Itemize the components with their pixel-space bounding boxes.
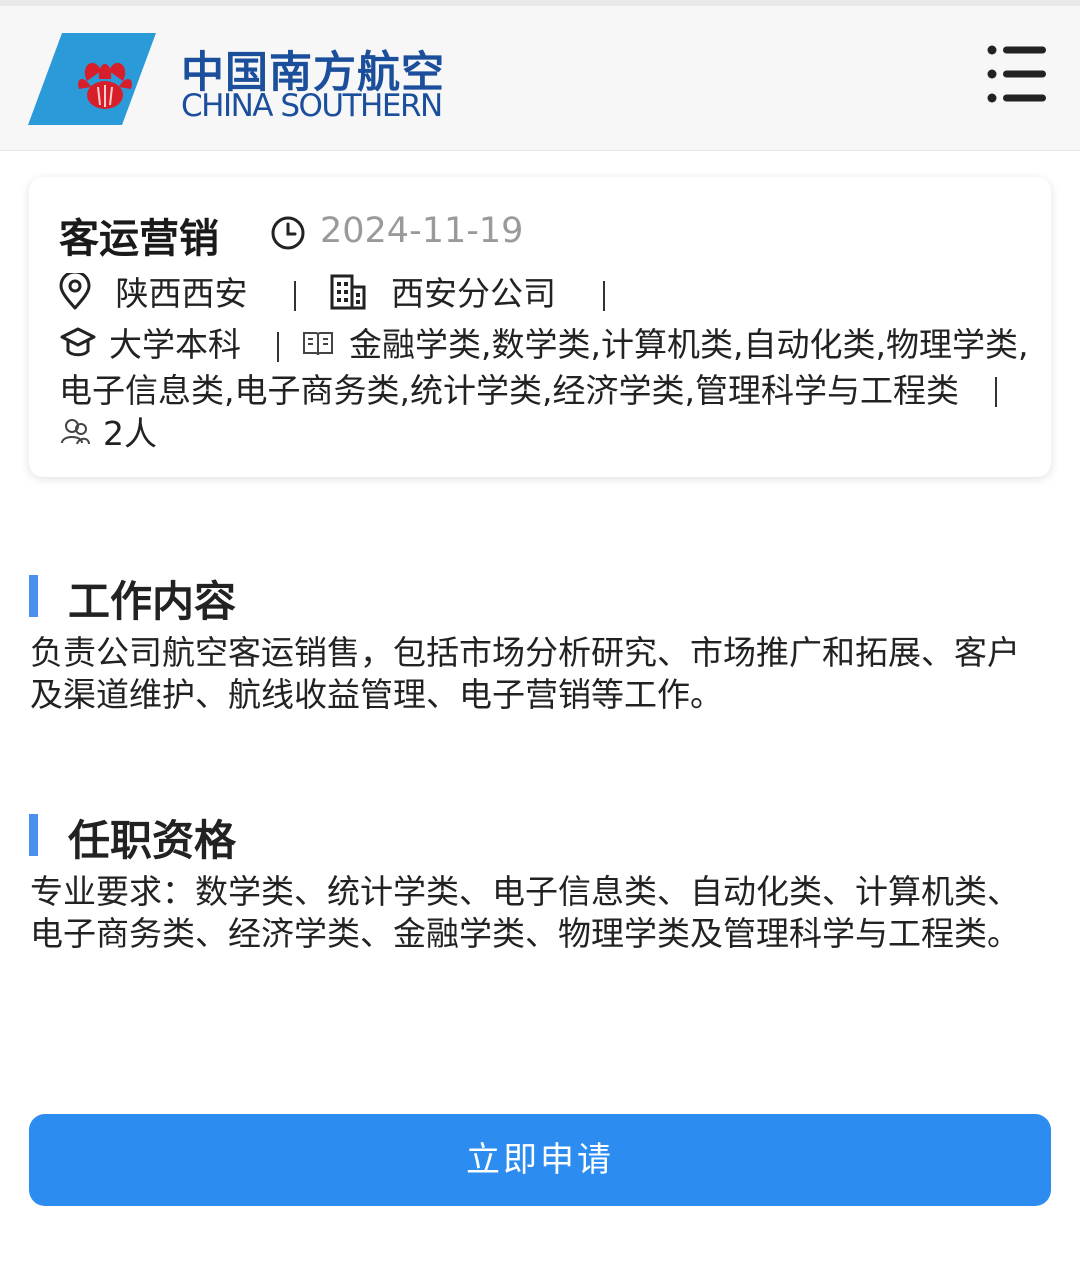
duties-text: 负责公司航空客运销售，包括市场分析研究、市场推广和拓展、客户及渠道维护、航线收益…	[30, 633, 1020, 714]
duties-section-title: 工作内容	[29, 568, 236, 629]
job-location: 陕西西安	[115, 274, 248, 313]
kapok-flower-logo-icon[interactable]	[28, 33, 156, 129]
separator	[294, 280, 296, 311]
separator	[277, 331, 279, 362]
headcount: 2人	[103, 413, 157, 453]
people-icon	[59, 414, 91, 457]
requirements-section-title: 任职资格	[29, 807, 236, 868]
separator	[994, 377, 997, 407]
education-majors-row: 大学本科 金融学类,数学类,计算机类,自动化类,物理学类,电子信息类,电子商务类…	[59, 323, 1034, 457]
menu-list-icon[interactable]	[984, 44, 1048, 104]
app-header: 中国南方航空 CHINA SOUTHERN	[0, 0, 1080, 151]
job-title: 客运营销	[59, 216, 219, 262]
education-level: 大学本科	[109, 325, 241, 364]
book-icon	[301, 325, 335, 368]
graduation-cap-icon	[59, 325, 97, 369]
requirements-text: 专业要求：数学类、统计学类、电子信息类、自动化类、计算机类、电子商务类、经济学类…	[30, 872, 1020, 953]
status-strip	[0, 0, 1080, 6]
office-building-icon	[329, 273, 367, 319]
location-row: 陕西西安 西安分公司	[57, 267, 605, 319]
clock-icon	[270, 215, 306, 255]
location-pin-icon	[57, 270, 93, 319]
job-summary-card: 客运营销 2024-11-19 陕西西安 西安分公司 大学本科 金融学类,数学类…	[29, 177, 1051, 477]
apply-now-button[interactable]: 立即申请	[29, 1114, 1051, 1206]
posting-date: 2024-11-19	[320, 211, 524, 251]
brand-name-english: CHINA SOUTHERN	[181, 88, 443, 124]
separator	[602, 280, 605, 311]
job-branch: 西安分公司	[391, 274, 556, 313]
